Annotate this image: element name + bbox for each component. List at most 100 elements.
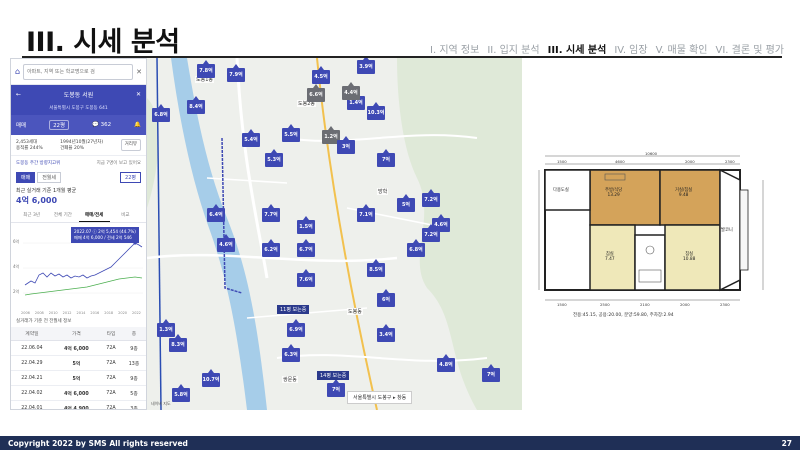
price-marker[interactable]: 5.3억	[265, 149, 283, 167]
price-marker[interactable]: 7.6억	[297, 269, 315, 287]
cell: 13층	[122, 355, 146, 371]
price-marker[interactable]: 7.9억	[227, 64, 245, 82]
cell: 22.04.01	[11, 400, 53, 409]
price-marker[interactable]: 6.3억	[282, 344, 300, 362]
table-row[interactable]: 22.04.21 5억 72A 9층	[11, 370, 146, 386]
close-icon[interactable]: ✕	[136, 91, 141, 98]
room-area: 7.47	[605, 257, 615, 262]
price-marker[interactable]: 4.4억	[342, 82, 360, 100]
viewing-tag[interactable]: 14평 보는중	[317, 371, 350, 380]
cell: 72A	[99, 370, 123, 386]
price-marker[interactable]: 7.2억	[422, 189, 440, 207]
recent-average-label: 최근 실거래 기준 1개월 평균	[16, 188, 77, 194]
tab-all-period[interactable]: 전체 기간	[47, 209, 78, 222]
year-tick: 2018	[104, 311, 114, 315]
tab-sale-lease[interactable]: 매매/전세	[78, 209, 110, 222]
price-marker[interactable]: 5.4억	[242, 129, 260, 147]
dim-bottom: 2100	[640, 302, 650, 307]
cell: 4억 6,000	[52, 340, 100, 356]
year-tick: 2012	[62, 311, 72, 315]
back-arrow-icon[interactable]: ←	[16, 91, 21, 98]
price-marker[interactable]: 7억	[377, 149, 395, 167]
price-marker[interactable]: 6.2억	[262, 239, 280, 257]
price-marker[interactable]: 8.5억	[367, 259, 385, 277]
size-selector[interactable]: 22평	[49, 120, 70, 130]
close-icon[interactable]: ✕	[136, 68, 142, 76]
cell: 9층	[122, 370, 146, 386]
deal-type[interactable]: 매매	[16, 121, 26, 129]
price-marker[interactable]: 1.5억	[297, 216, 315, 234]
price-marker[interactable]: 5.5억	[282, 124, 300, 142]
price-marker[interactable]: 10.7억	[202, 369, 220, 387]
table-row[interactable]: 22.06.04 4억 6,000 72A 9층	[11, 340, 146, 356]
apartment-icon: ⌂	[15, 67, 21, 76]
cell: 22.04.02	[11, 385, 53, 401]
type-selector[interactable]: 22평	[120, 172, 141, 183]
price-marker[interactable]: 1.3억	[157, 319, 175, 337]
price-marker[interactable]: 6억	[377, 289, 395, 307]
col-date: 계약일	[11, 327, 53, 341]
room-bedroom-1: 침실 7.47	[605, 252, 615, 262]
bell-icon[interactable]: 🔔	[134, 122, 141, 128]
price-marker[interactable]: 5억	[397, 194, 415, 212]
table-row[interactable]: 22.04.01 4억 4,900 72A 3층	[11, 400, 146, 409]
dim-bottom: 2000	[680, 302, 690, 307]
price-marker[interactable]: 3억	[337, 136, 355, 154]
table-row[interactable]: 22.04.02 4억 6,000 72A 5층	[11, 385, 146, 401]
price-marker[interactable]: 6.8억	[407, 239, 425, 257]
price-marker[interactable]: 8.3억	[169, 334, 187, 352]
cell: 72A	[99, 400, 123, 409]
viewing-tag[interactable]: 11평 보는중	[277, 305, 310, 314]
cell: 9층	[122, 340, 146, 356]
price-marker[interactable]: 6.7억	[297, 239, 315, 257]
slide-title: III. 시세 분석	[26, 27, 180, 58]
price-marker[interactable]: 4.5억	[312, 66, 330, 84]
tab-recent-3y[interactable]: 최근 3년	[16, 209, 47, 222]
dim-sub: 4600	[615, 159, 625, 164]
period-tabs: 최근 3년 전체 기간 매매/전세 비교	[11, 209, 146, 223]
tab-lease[interactable]: 전월세	[37, 172, 62, 183]
price-marker[interactable]: 4.6억	[217, 234, 235, 252]
nav-item-2: II. 입지 분석	[487, 45, 540, 56]
price-marker[interactable]: 3.9억	[357, 58, 375, 74]
price-marker[interactable]: 7억	[327, 379, 345, 397]
notice-left[interactable]: 도봉동 주간 방향지고위	[16, 160, 60, 166]
recent-note: 실거래가 기준 전 전월세 정보	[16, 319, 72, 324]
map-label: 방학	[377, 188, 389, 195]
year-tick: 2014	[76, 311, 86, 315]
col-type: 타입	[99, 327, 123, 341]
cell: 72A	[99, 340, 123, 356]
cell: 5억	[52, 370, 100, 386]
price-marker[interactable]: 7억	[482, 364, 500, 382]
location-chip[interactable]: 서울특별시 도봉구 ▸ 창동	[347, 391, 413, 404]
table-row[interactable]: 22.04.29 5억 72A 13층	[11, 355, 146, 371]
price-marker[interactable]: 10.3억	[367, 102, 385, 120]
table-header-row: 계약일 가격 타입 층	[11, 327, 146, 341]
year-tick: 2006	[21, 311, 30, 315]
price-marker[interactable]: 7.1억	[357, 204, 375, 222]
comment-count[interactable]: 💬 362	[92, 122, 111, 128]
axis-label-mid: 4억	[13, 264, 20, 269]
dim-bottom: 2300	[720, 302, 730, 307]
cell: 3층	[122, 400, 146, 409]
col-floor: 층	[122, 327, 146, 341]
tab-compare[interactable]: 비교	[110, 209, 141, 222]
price-marker[interactable]: 7.7억	[262, 204, 280, 222]
tab-sale[interactable]: 매매	[16, 172, 36, 183]
price-marker[interactable]: 7.8억	[197, 60, 215, 78]
price-marker[interactable]: 8.4억	[187, 96, 205, 114]
price-marker[interactable]: 5.8억	[172, 384, 190, 402]
price-marker[interactable]: 3.4억	[377, 324, 395, 342]
price-marker[interactable]: 6.6억	[307, 84, 325, 102]
complex-header: ← 도봉동 서원 ✕	[11, 85, 146, 103]
price-marker[interactable]: 4.8억	[437, 354, 455, 372]
price-marker[interactable]: 7.2억	[422, 224, 440, 242]
street-view-button[interactable]: 거리뷰	[120, 139, 141, 151]
price-marker[interactable]: 6.8억	[152, 104, 170, 122]
search-input[interactable]	[23, 63, 134, 80]
price-map[interactable]: 도봉1동 도봉2동 방학 창동 도봉동 쌍문동 7.8억7.9억4.5억3.9억…	[147, 58, 522, 410]
dim-bottom: 1500	[557, 302, 567, 307]
price-marker[interactable]: 6.9억	[287, 319, 305, 337]
price-marker[interactable]: 6.4억	[207, 204, 225, 222]
room-area: 13.29	[607, 193, 620, 198]
